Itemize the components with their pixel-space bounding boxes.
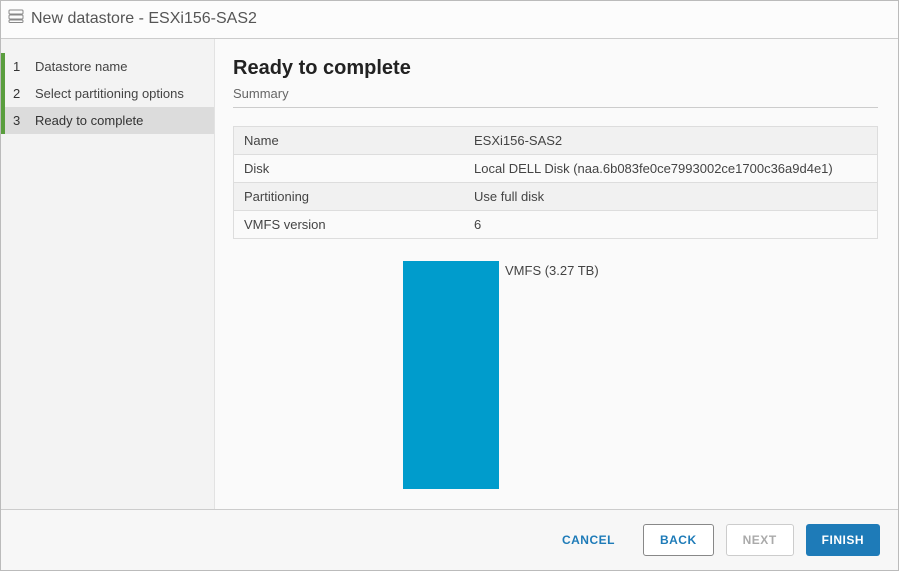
step-label: Select partitioning options — [35, 86, 184, 101]
page-title: Ready to complete — [233, 57, 878, 80]
step-label: Ready to complete — [35, 113, 143, 128]
wizard-footer: CANCEL BACK NEXT FINISH — [1, 509, 898, 570]
summary-vmfs-val: 6 — [464, 211, 877, 238]
summary-name-key: Name — [234, 127, 464, 154]
summary-heading: Summary — [233, 86, 878, 108]
table-row: VMFS version 6 — [234, 211, 877, 238]
step-partitioning-options[interactable]: 2 Select partitioning options — [1, 80, 214, 107]
summary-disk-val: Local DELL Disk (naa.6b083fe0ce7993002ce… — [464, 155, 877, 182]
step-ready-to-complete[interactable]: 3 Ready to complete — [1, 107, 214, 134]
step-label: Datastore name — [35, 59, 128, 74]
dialog-title: New datastore - ESXi156-SAS2 — [31, 10, 257, 28]
next-button: NEXT — [726, 524, 794, 556]
titlebar: New datastore - ESXi156-SAS2 — [1, 1, 898, 39]
summary-table: Name ESXi156-SAS2 Disk Local DELL Disk (… — [233, 126, 878, 239]
wizard-sidebar: 1 Datastore name 2 Select partitioning o… — [1, 39, 215, 509]
finish-button[interactable]: FINISH — [806, 524, 880, 556]
step-number: 3 — [13, 113, 29, 128]
summary-disk-key: Disk — [234, 155, 464, 182]
vmfs-partition-block — [403, 261, 499, 489]
disk-visualization: VMFS (3.27 TB) — [403, 261, 878, 489]
step-datastore-name[interactable]: 1 Datastore name — [1, 53, 214, 80]
table-row: Disk Local DELL Disk (naa.6b083fe0ce7993… — [234, 155, 877, 183]
table-row: Name ESXi156-SAS2 — [234, 127, 877, 155]
summary-vmfs-key: VMFS version — [234, 211, 464, 238]
dialog-body: 1 Datastore name 2 Select partitioning o… — [1, 39, 898, 509]
wizard-content: Ready to complete Summary Name ESXi156-S… — [215, 39, 898, 509]
summary-part-val: Use full disk — [464, 183, 877, 210]
summary-name-val: ESXi156-SAS2 — [464, 127, 877, 154]
datastore-icon — [7, 7, 25, 30]
step-number: 1 — [13, 59, 29, 74]
back-button[interactable]: BACK — [643, 524, 714, 556]
new-datastore-dialog: New datastore - ESXi156-SAS2 1 Datastore… — [0, 0, 899, 571]
table-row: Partitioning Use full disk — [234, 183, 877, 211]
summary-part-key: Partitioning — [234, 183, 464, 210]
vmfs-partition-label: VMFS (3.27 TB) — [505, 263, 599, 278]
step-number: 2 — [13, 86, 29, 101]
cancel-button[interactable]: CANCEL — [546, 524, 631, 556]
